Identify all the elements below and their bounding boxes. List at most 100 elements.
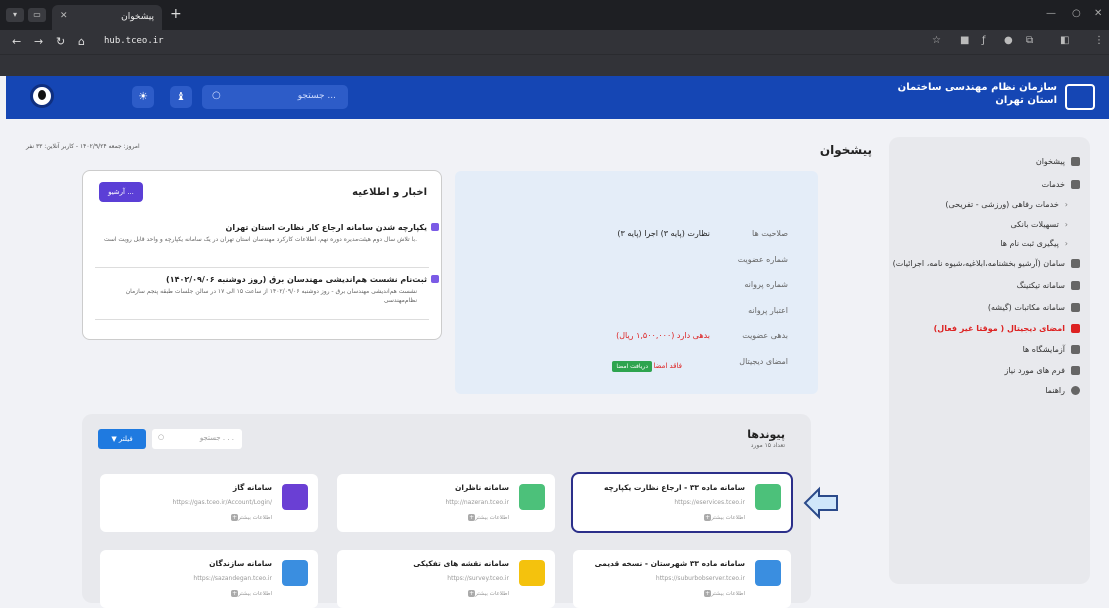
filter-button[interactable]: ▼ فیلتر (98, 429, 146, 449)
sidebar-item-loans[interactable]: › تسهیلات بانکی (1011, 220, 1069, 229)
extension-icon[interactable]: ● (1004, 35, 1013, 46)
home-icon[interactable]: ⌂ (78, 35, 85, 48)
minimize-button[interactable]: — (1046, 8, 1056, 19)
date-online-line: امروز: جمعه ۱۴۰۲/۹/۲۴ - کاربر آنلاین: ۳۳… (26, 143, 140, 150)
sidebar-item-label: فرم های مورد نیاز (1004, 366, 1065, 375)
app-icon (519, 560, 545, 586)
address-bar: ← → ↻ ⌂ hub.tceo.ir ☆ ■ ƒ ● ⧉ ◧ ⋮ (0, 30, 1109, 54)
browser-menu-button[interactable]: ▾ (6, 8, 24, 22)
search-icon: ○ (212, 90, 221, 101)
sidebar-item-dashboard[interactable]: پیشخوان (1036, 157, 1080, 166)
link-card-survey[interactable]: سامانه نقشه های تفکیکی https://survey.tc… (337, 550, 555, 608)
flame-icon (282, 484, 308, 510)
more-info-link[interactable]: اطلاعات بیشتر (228, 514, 272, 521)
document-icon (1071, 259, 1080, 268)
search-icon: ○ (158, 433, 165, 441)
brand-line1: سازمان نظام مهندسی ساختمان (897, 82, 1057, 93)
card-name: سامانه گاز (232, 483, 272, 492)
link-card-sazandegan[interactable]: سامانه سازندگان https://sazandegan.tceo.… (100, 550, 318, 608)
tab-title: پیشخوان (121, 12, 154, 22)
site-brand[interactable]: سازمان نظام مهندسی ساختمان استان تهران (897, 82, 1095, 110)
sidebar-item-welfare[interactable]: › خدمات رفاهی (ورزشی - تفریحی) (945, 200, 1068, 209)
sidebar-item-label: آزمایشگاه ها (1022, 345, 1065, 354)
handshake-logo-icon (1065, 84, 1095, 110)
mail-icon (1071, 303, 1080, 312)
card-url: https://gas.tceo.ir/Account/Login/ (172, 499, 272, 506)
extension-icon[interactable]: ƒ (982, 35, 986, 46)
sidebar-item-label: پیگیری ثبت نام ها (1000, 239, 1059, 248)
more-info-link[interactable]: اطلاعات بیشتر (228, 590, 272, 597)
sidebar-item-label: امضای دیجیتال ( موقتا غیر فعال) (933, 324, 1065, 333)
more-info-link[interactable]: اطلاعات بیشتر (465, 514, 509, 521)
links-search-input[interactable]: جستجو . . . ○ (152, 429, 242, 449)
qualification-label: صلاحیت ها (752, 229, 788, 238)
theme-toggle-sun-icon[interactable]: ☀ (132, 86, 154, 108)
more-info-link[interactable]: اطلاعات بیشتر (701, 590, 745, 597)
card-name: سامانه سازندگان (209, 559, 272, 568)
home-icon (1071, 157, 1080, 166)
news-item[interactable]: یکپارچه شدن سامانه ارجاع کار نظارت استان… (97, 223, 439, 244)
card-url: https://survey.tceo.ir (447, 575, 509, 582)
profile-panel: صلاحیت ها نظارت (پایه ۳) اجرا (پایه ۳) ش… (455, 171, 818, 394)
qualification-value: نظارت (پایه ۳) اجرا (پایه ۳) (617, 229, 710, 238)
sidepanel-icon[interactable]: ◧ (1060, 35, 1069, 46)
pen-icon (1071, 324, 1080, 333)
sidebar-item-correspondence[interactable]: سامانه مکاتبات (گیشه) (988, 303, 1080, 312)
sidebar-item-label: راهنما (1045, 386, 1065, 395)
license-number-label: شماره پروانه (744, 280, 788, 289)
form-icon (1071, 366, 1080, 375)
kebab-menu-icon[interactable]: ⋮ (1094, 35, 1104, 46)
forward-icon[interactable]: → (34, 35, 43, 48)
help-icon (1071, 386, 1080, 395)
sidebar-item-services[interactable]: خدمات (1042, 180, 1080, 189)
lab-icon (1071, 345, 1080, 354)
header-search-input[interactable]: جستجو ... ○ (202, 85, 348, 109)
new-tab-button[interactable]: + (170, 6, 182, 22)
news-panel: اخبار و اطلاعیه آرشیو ... یکپارچه شدن سا… (82, 170, 442, 340)
sidebar-item-label: سامانه تیکتینگ (1016, 281, 1065, 290)
sidebar-item-forms[interactable]: فرم های مورد نیاز (1004, 366, 1080, 375)
filter-label: فیلتر (118, 435, 133, 443)
signature-status: فاقد امضا (653, 362, 682, 370)
more-info-link[interactable]: اطلاعات بیشتر (465, 590, 509, 597)
close-tab-icon[interactable]: ✕ (60, 11, 68, 21)
card-url: https://suburbobserver.tceo.ir (655, 575, 745, 582)
tab-group-button[interactable]: ▭ (28, 8, 46, 22)
extensions-puzzle-icon[interactable]: ⧉ (1026, 35, 1033, 46)
back-icon[interactable]: ← (12, 35, 21, 48)
page-title: پیشخوان (819, 143, 872, 157)
sidebar-item-digital-signature[interactable]: امضای دیجیتال ( موقتا غیر فعال) (934, 324, 1080, 333)
pointer-arrow-icon (803, 486, 838, 520)
notification-bell-icon[interactable]: ♝ (170, 86, 192, 108)
news-heading: ثبت‌نام نشست هم‌اندیشی مهندسان برق (روز … (166, 275, 427, 284)
links-count: تعداد ۱۵ مورد (750, 442, 785, 449)
sidebar-item-ticketing[interactable]: سامانه تیکتینگ (1017, 281, 1080, 290)
card-url: https://sazandegan.tceo.ir (193, 575, 272, 582)
maximize-button[interactable]: ○ (1072, 8, 1081, 19)
image-icon (755, 560, 781, 586)
sidebar-item-saman[interactable]: سامان (آرشیو بخشنامه،ابلاغیه،شیوه نامه، … (893, 259, 1080, 268)
bookmark-star-icon[interactable]: ☆ (932, 35, 941, 46)
browser-tab[interactable]: ✕ پیشخوان (52, 5, 162, 30)
url-field[interactable]: hub.tceo.ir (104, 36, 164, 46)
sidebar-item-help[interactable]: راهنما (1045, 386, 1080, 395)
brand-line2: استان تهران (995, 95, 1057, 106)
sidebar-item-label: سامانه مکاتبات (گیشه) (987, 303, 1065, 312)
sidebar-item-registrations[interactable]: › پیگیری ثبت نام ها (1000, 239, 1068, 248)
link-card-gas[interactable]: سامانه گاز https://gas.tceo.ir/Account/L… (100, 474, 318, 532)
get-signature-button[interactable]: دریافت امضا (612, 361, 652, 372)
sidebar: پیشخوان خدمات › خدمات رفاهی (ورزشی - تفری… (889, 137, 1090, 584)
search-placeholder: جستجو ... (297, 91, 336, 101)
extension-icon[interactable]: ■ (960, 35, 969, 46)
app-icon (519, 484, 545, 510)
close-window-button[interactable]: ✕ (1094, 8, 1102, 19)
link-card-suburb[interactable]: سامانه ماده ۳۳ شهرستان - نسخه قدیمی http… (573, 550, 791, 608)
image-icon (282, 560, 308, 586)
news-item[interactable]: ثبت‌نام نشست هم‌اندیشی مهندسان برق (روز … (97, 275, 439, 305)
avatar[interactable] (30, 84, 54, 108)
sidebar-item-labs[interactable]: آزمایشگاه ها (1023, 345, 1080, 354)
filter-icon: ▼ (111, 435, 119, 443)
link-card-nazeran[interactable]: سامانه ناظران http://nazeran.tceo.ir اطل… (337, 474, 555, 532)
archive-button[interactable]: آرشیو ... (99, 182, 143, 202)
reload-icon[interactable]: ↻ (56, 35, 65, 48)
